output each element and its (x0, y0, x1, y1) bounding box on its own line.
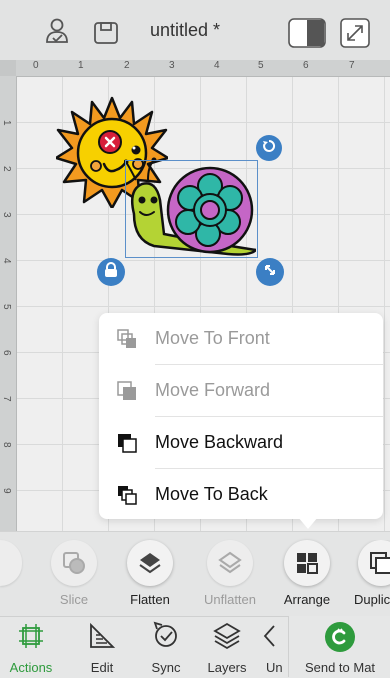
menu-label: Move Forward (155, 380, 271, 400)
flatten-icon (127, 540, 173, 586)
move-to-back-icon (117, 485, 137, 505)
nav-label: Actions (9, 660, 53, 675)
send-to-mat-label: Send to Mat (304, 660, 376, 675)
edit-toolbar: Slice Flatten Unflatten Arrange Duplic (0, 531, 390, 617)
nav-label: Sync (151, 660, 181, 675)
flatten-button[interactable]: Flatten (122, 540, 178, 607)
nav-edit[interactable]: Edit (82, 621, 122, 675)
ruler-label: 7 (1, 396, 12, 402)
move-to-front-icon (117, 329, 137, 349)
ruler-label: 7 (349, 60, 355, 71)
ruler-label: 1 (1, 120, 12, 126)
slice-icon (51, 540, 97, 586)
ruler-label: 9 (1, 488, 12, 494)
actions-icon (16, 624, 46, 655)
move-backward-icon (117, 433, 137, 453)
popup-arrow (298, 517, 318, 529)
arrange-menu: Move To Front Move Forward Move Backward… (99, 313, 383, 519)
nav-label: Layers (207, 660, 247, 675)
send-to-mat-button[interactable]: Send to Mat (288, 616, 390, 677)
tool-label: Unflatten (203, 592, 257, 607)
nav-label: Un (266, 660, 283, 675)
ruler-label: 1 (78, 60, 84, 71)
ruler-label: 4 (214, 60, 220, 71)
document-title: untitled * (150, 20, 221, 40)
rotate-icon (262, 139, 276, 158)
ruler-label: 2 (1, 166, 12, 172)
ruler-label: 6 (303, 60, 309, 71)
edit-ruler-icon (87, 622, 117, 655)
ruler-label: 0 (33, 60, 39, 71)
rotate-handle[interactable] (256, 135, 282, 161)
menu-label: Move To Front (155, 328, 270, 348)
unflatten-button[interactable]: Unflatten (202, 540, 258, 607)
slice-button[interactable]: Slice (46, 540, 102, 607)
ruler-label: 3 (1, 212, 12, 218)
nav-label: Edit (90, 660, 114, 675)
sync-icon (151, 621, 181, 655)
top-bar: untitled * (0, 0, 390, 60)
move-forward-icon (117, 381, 137, 401)
ruler-label: 3 (169, 60, 175, 71)
move-forward-item: Move Forward (99, 365, 383, 416)
tool-label: Duplic (354, 592, 390, 607)
ruler-label: 2 (124, 60, 130, 71)
ruler-label: 4 (1, 258, 12, 264)
resize-arrow-icon (263, 263, 277, 282)
resize-handle[interactable] (256, 258, 284, 286)
duplicate-icon (358, 540, 390, 586)
ruler-label: 5 (1, 304, 12, 310)
lock-icon (104, 261, 118, 283)
tool-label: Flatten (130, 592, 170, 607)
nav-undo[interactable]: Un (262, 621, 286, 675)
unflatten-icon (207, 540, 253, 586)
nav-layers[interactable]: Layers (202, 621, 252, 675)
move-backward-item[interactable]: Move Backward (99, 417, 383, 468)
undo-icon (262, 625, 286, 655)
partial-tool-button[interactable] (0, 540, 22, 586)
fullscreen-icon[interactable] (340, 18, 370, 53)
selection-box[interactable] (125, 160, 258, 258)
horizontal-ruler: 0 1 2 3 4 5 6 7 (16, 60, 390, 77)
menu-label: Move To Back (155, 484, 268, 504)
save-icon[interactable] (94, 22, 118, 49)
cricut-c-icon (325, 622, 355, 652)
duplicate-button[interactable]: Duplic (350, 540, 390, 607)
tool-label: Arrange (283, 592, 331, 607)
arrange-button[interactable]: Arrange (279, 540, 335, 607)
move-to-front-item: Move To Front (99, 313, 383, 364)
layers-icon (212, 622, 242, 655)
ruler-label: 5 (258, 60, 264, 71)
nav-actions[interactable]: Actions (4, 621, 58, 675)
move-to-back-item[interactable]: Move To Back (99, 469, 383, 520)
menu-label: Move Backward (155, 432, 284, 452)
tool-label: Slice (59, 592, 89, 607)
ruler-label: 6 (1, 350, 12, 356)
ruler-label: 8 (1, 442, 12, 448)
lock-handle[interactable] (97, 258, 125, 286)
ruler-corner (0, 60, 16, 76)
profile-icon[interactable] (45, 18, 69, 49)
nav-sync[interactable]: Sync (146, 621, 186, 675)
arrange-icon (284, 540, 330, 586)
panel-toggle-icon[interactable] (288, 18, 326, 53)
vertical-ruler: 1 2 3 4 5 6 7 8 9 (0, 76, 17, 538)
